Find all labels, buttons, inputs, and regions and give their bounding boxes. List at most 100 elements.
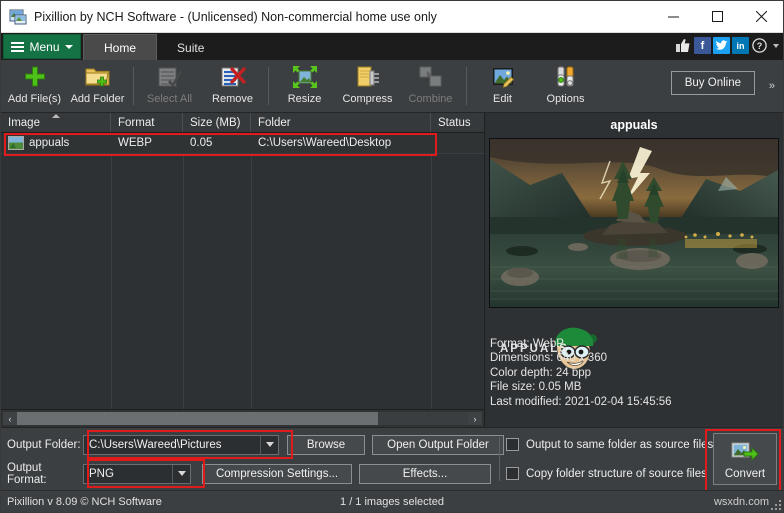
toolbar-edit[interactable]: Edit: [471, 61, 534, 111]
minimize-button[interactable]: [651, 1, 695, 32]
toolbar-options-label: Options: [546, 93, 585, 105]
checkbox-copy-structure-row[interactable]: Copy folder structure of source files: [506, 467, 707, 480]
meta-format: Format: WebP: [490, 337, 564, 350]
output-folder-dropdown-icon[interactable]: [260, 435, 278, 454]
toolbar-compress-label: Compress: [342, 93, 393, 105]
scrollbar-track[interactable]: [17, 412, 468, 425]
title-bar: Pixillion by NCH Software - (Unlicensed)…: [1, 1, 783, 33]
browse-label: Browse: [306, 438, 346, 451]
output-format-row: Output Format: PNG Compression Settings.…: [1, 461, 783, 486]
scroll-left-button[interactable]: ‹: [3, 412, 17, 425]
convert-label: Convert: [724, 467, 766, 480]
hamburger-icon: [11, 41, 25, 52]
scrollbar-thumb[interactable]: [17, 412, 378, 425]
toolbar-select-all[interactable]: Select All: [138, 61, 201, 111]
checkbox-same-folder[interactable]: [506, 438, 519, 451]
resize-grip-icon[interactable]: [771, 500, 781, 510]
chevron-down-icon: [64, 44, 73, 49]
toolbar-separator-3: [466, 67, 467, 105]
pixillion-window: Pixillion by NCH Software - (Unlicensed)…: [0, 0, 784, 513]
file-list-horizontal-scrollbar[interactable]: ‹ ›: [1, 409, 484, 427]
file-list-body[interactable]: appuals WEBP 0.05 C:\Users\Wareed\Deskto…: [1, 133, 484, 409]
column-header-image[interactable]: Image: [1, 113, 111, 132]
tab-home[interactable]: Home: [83, 34, 158, 60]
toolbar-overflow-icon[interactable]: »: [769, 80, 775, 92]
effects-button[interactable]: Effects...: [359, 463, 491, 484]
column-header-folder-label: Folder: [258, 116, 291, 129]
status-watermark: wsxdn.com: [713, 495, 769, 508]
column-header-size[interactable]: Size (MB): [183, 113, 251, 132]
social-links: f in ?: [675, 37, 779, 54]
sort-ascending-icon: [51, 114, 60, 118]
column-header-status-label: Status: [438, 116, 471, 129]
plus-icon: [23, 64, 47, 90]
toolbar-combine-label: Combine: [408, 93, 453, 105]
output-folder-combo[interactable]: C:\Users\Wareed\Pictures: [83, 434, 279, 455]
checkbox-copy-structure-label: Copy folder structure of source files: [526, 467, 707, 480]
window-title: Pixillion by NCH Software - (Unlicensed)…: [34, 9, 437, 24]
toolbar-resize[interactable]: Resize: [273, 61, 336, 111]
cell-image-label: appuals: [29, 137, 70, 149]
menu-button[interactable]: Menu: [3, 34, 81, 59]
help-icon[interactable]: ?: [751, 37, 768, 54]
toolbar-combine[interactable]: Combine: [399, 61, 462, 111]
toolbar-separator-2: [268, 67, 269, 105]
facebook-icon[interactable]: f: [694, 37, 711, 54]
toolbar-add-files[interactable]: Add File(s): [3, 61, 66, 111]
toolbar-add-folder-label: Add Folder: [70, 93, 125, 105]
open-output-folder-label: Open Output Folder: [387, 438, 489, 451]
thumbs-up-icon[interactable]: [675, 37, 692, 54]
window-buttons: [651, 1, 783, 32]
compression-settings-label: Compression Settings...: [215, 467, 339, 480]
column-header-folder[interactable]: Folder: [251, 113, 431, 132]
open-output-folder-button[interactable]: Open Output Folder: [372, 434, 504, 455]
column-header-format[interactable]: Format: [111, 113, 183, 132]
image-metadata: APPUALS Format: WebP Dimensions: 640 x 3…: [485, 308, 783, 427]
toolbar-remove-label: Remove: [212, 93, 253, 105]
cell-status: [431, 133, 484, 153]
checkbox-copy-structure[interactable]: [506, 467, 519, 480]
select-all-icon: [157, 64, 183, 90]
linkedin-icon[interactable]: in: [732, 37, 749, 54]
meta-dimensions: Dimensions: 640 x 360: [490, 352, 607, 364]
scroll-right-button[interactable]: ›: [468, 412, 482, 425]
twitter-icon[interactable]: [713, 37, 730, 54]
edit-icon: [490, 64, 516, 90]
meta-color-depth: Color depth: 24 bpp: [490, 366, 592, 379]
meta-last-modified: Last modified: 2021-02-04 15:45:56: [490, 395, 672, 408]
tab-home-label: Home: [104, 40, 137, 55]
compression-settings-button[interactable]: Compression Settings...: [202, 463, 352, 484]
output-folder-row: Output Folder: C:\Users\Wareed\Pictures …: [1, 432, 783, 457]
toolbar-remove[interactable]: Remove: [201, 61, 264, 111]
checkbox-same-folder-row[interactable]: Output to same folder as source files: [506, 438, 713, 451]
column-header-status[interactable]: Status: [431, 113, 484, 132]
browse-button[interactable]: Browse: [287, 434, 365, 455]
toolbar-add-folder[interactable]: Add Folder: [66, 61, 129, 111]
output-format-label: Output Format:: [7, 461, 47, 486]
effects-label: Effects...: [402, 467, 448, 480]
cell-folder: C:\Users\Wareed\Desktop: [258, 137, 392, 149]
toolbar-separator: [133, 67, 134, 105]
cell-format: WEBP: [118, 137, 152, 149]
main-toolbar: Add File(s) Add Folder Select All Remove…: [1, 60, 783, 113]
options-icon: [553, 64, 579, 90]
resize-icon: [292, 64, 318, 90]
toolbar-compress[interactable]: Compress: [336, 61, 399, 111]
output-format-combo[interactable]: PNG: [83, 463, 191, 484]
buy-online-button[interactable]: Buy Online: [670, 71, 755, 95]
table-row[interactable]: appuals WEBP 0.05 C:\Users\Wareed\Deskto…: [1, 133, 484, 154]
remove-icon: [220, 64, 246, 90]
toolbar-add-files-label: Add File(s): [7, 93, 62, 105]
column-guides: [1, 133, 484, 409]
toolbar-options[interactable]: Options: [534, 61, 597, 111]
panel-separator-right: [706, 437, 707, 481]
meta-file-size: File size: 0.05 MB: [490, 381, 582, 393]
maximize-button[interactable]: [695, 1, 739, 32]
close-button[interactable]: [739, 1, 783, 32]
help-dropdown-icon[interactable]: [773, 43, 779, 48]
output-format-dropdown-icon[interactable]: [172, 464, 190, 483]
tab-suite[interactable]: Suite: [157, 35, 224, 60]
convert-button[interactable]: Convert: [713, 433, 777, 485]
menu-button-label: Menu: [29, 39, 60, 54]
column-header-format-label: Format: [118, 116, 155, 129]
